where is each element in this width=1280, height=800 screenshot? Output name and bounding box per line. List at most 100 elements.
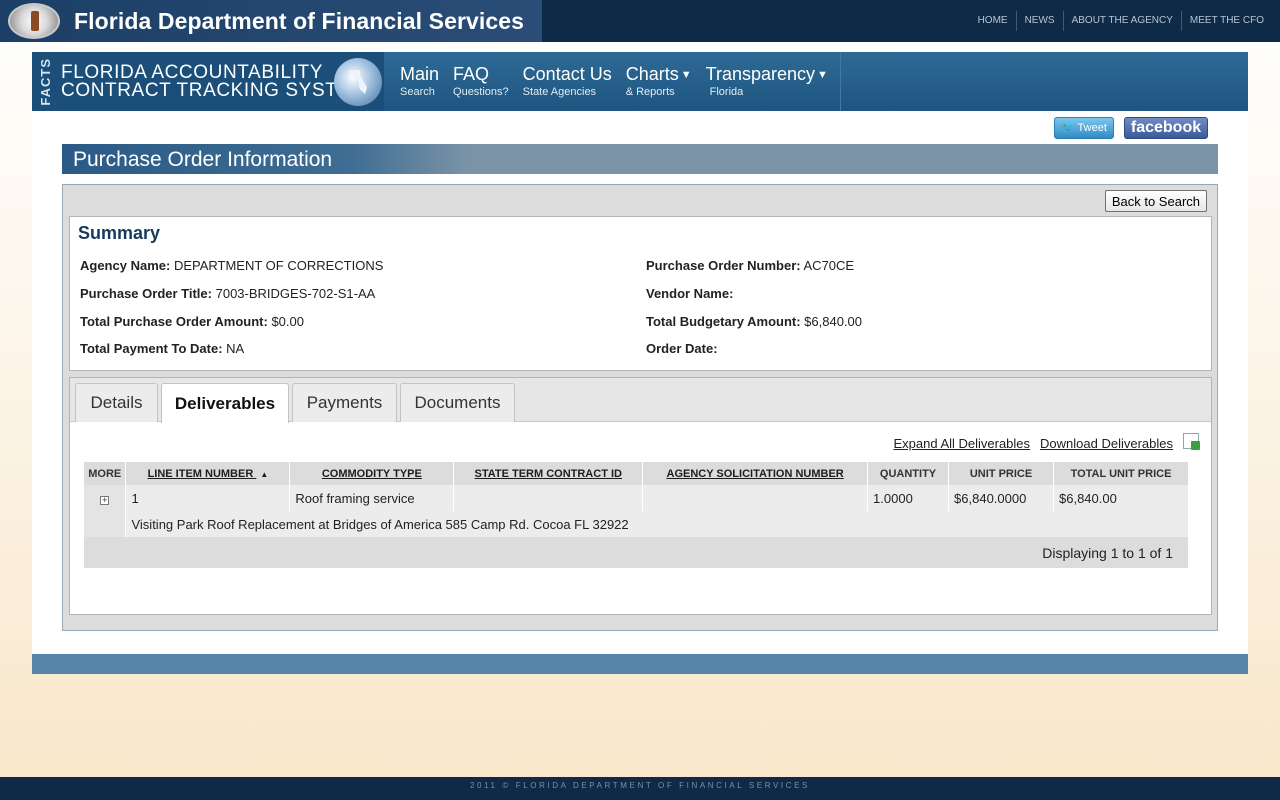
order-date-label: Order Date: — [646, 341, 718, 356]
cell-line-item: 1 — [125, 485, 291, 511]
copyright-bar: 2011 © FLORIDA DEPARTMENT OF FINANCIAL S… — [0, 777, 1280, 800]
order-date-field: Order Date: — [646, 341, 718, 356]
budgetary-amount-label: Total Budgetary Amount: — [646, 314, 801, 329]
facebook-button[interactable]: facebook — [1124, 117, 1208, 139]
tweet-button[interactable]: 🐦 Tweet — [1054, 117, 1114, 139]
tab-strip: Details Deliverables Payments Documents — [70, 378, 1211, 423]
facts-vertical-label: FACTS — [38, 57, 53, 106]
nav-charts-sub: & Reports — [625, 86, 675, 98]
nav-main-label: Main — [400, 64, 440, 84]
nav-transparency-sub: Florida — [709, 86, 744, 98]
top-nav-home[interactable]: HOME — [970, 11, 1016, 31]
col-unit-price: UNIT PRICE — [948, 462, 1054, 485]
excel-download-icon[interactable] — [1183, 432, 1200, 450]
agency-name-field: Agency Name: DEPARTMENT OF CORRECTIONS — [80, 258, 383, 273]
table-row: + 1 Roof framing service 1.0000 $6,840.0… — [84, 485, 1189, 511]
sort-asc-icon: ▲ — [260, 469, 269, 479]
top-bar: Florida Department of Financial Services… — [0, 0, 1280, 42]
tab-payments[interactable]: Payments — [292, 383, 397, 422]
budgetary-amount-field: Total Budgetary Amount: $6,840.00 — [646, 314, 862, 329]
top-nav-about[interactable]: ABOUT THE AGENCY — [1062, 11, 1181, 31]
nav-contact-sub: State Agencies — [522, 86, 597, 98]
dfs-title: Florida Department of Financial Services — [74, 7, 525, 34]
cell-agency-solicitation — [642, 485, 869, 511]
deliverables-table: MORE LINE ITEM NUMBER ▲ COMMODITY TYPE S… — [84, 462, 1189, 568]
dfs-brand[interactable]: Florida Department of Financial Services — [0, 0, 542, 42]
nav-faq[interactable]: FAQ Questions? — [445, 52, 515, 111]
main-nav: Main Search FAQ Questions? Contact Us St… — [392, 52, 841, 111]
social-buttons: 🐦 Tweet facebook — [1054, 117, 1208, 139]
footer-band — [32, 654, 1248, 674]
po-number-field: Purchase Order Number: AC70CE — [646, 258, 854, 273]
payment-to-date-field: Total Payment To Date: NA — [80, 341, 244, 356]
nav-main-sub: Search — [400, 86, 435, 98]
nav-transparency-label: Transparency — [705, 64, 816, 84]
col-line-item-number[interactable]: LINE ITEM NUMBER ▲ — [125, 462, 291, 485]
nav-charts-label: Charts — [625, 64, 679, 84]
facts-title-line1: FLORIDA ACCOUNTABILITY — [61, 61, 324, 83]
dropdown-caret-icon: ▼ — [680, 68, 692, 81]
cell-quantity: 1.0000 — [867, 485, 950, 511]
desc-spacer-cell — [84, 511, 127, 537]
nav-faq-sub: Questions? — [453, 86, 509, 98]
col-state-term-contract-id[interactable]: STATE TERM CONTRACT ID — [453, 462, 644, 485]
expand-row-icon[interactable]: + — [100, 495, 110, 505]
nav-contact[interactable]: Contact Us State Agencies — [515, 52, 618, 111]
summary-box: Summary Agency Name: DEPARTMENT OF CORRE… — [69, 216, 1212, 371]
tab-details[interactable]: Details — [75, 383, 158, 422]
cell-unit-price: $6,840.0000 — [948, 485, 1054, 511]
facts-header: FACTS FLORIDA ACCOUNTABILITY CONTRACT TR… — [32, 52, 1248, 111]
expand-all-deliverables-link[interactable]: Expand All Deliverables — [893, 436, 1030, 451]
po-number-label: Purchase Order Number: — [646, 258, 801, 273]
tab-deliverables[interactable]: Deliverables — [161, 383, 289, 423]
po-title-field: Purchase Order Title: 7003-BRIDGES-702-S… — [80, 286, 375, 301]
twitter-bird-icon: 🐦 — [1061, 122, 1074, 134]
top-nav: HOME NEWS ABOUT THE AGENCY MEET THE CFO — [970, 0, 1272, 42]
col-commodity-type[interactable]: COMMODITY TYPE — [289, 462, 455, 485]
cell-state-term — [453, 485, 644, 511]
top-nav-news[interactable]: NEWS — [1015, 11, 1063, 31]
vendor-label: Vendor Name: — [646, 286, 734, 301]
cell-total-unit-price: $6,840.00 — [1053, 485, 1189, 511]
pager-text: Displaying 1 to 1 of 1 — [84, 537, 1189, 568]
payment-to-date-label: Total Payment To Date: — [80, 341, 223, 356]
budgetary-amount-value: $6,840.00 — [804, 314, 863, 329]
table-pager-row: Displaying 1 to 1 of 1 — [84, 537, 1189, 568]
back-to-search-button[interactable]: Back to Search — [1104, 190, 1207, 212]
deliverables-links: Expand All Deliverables Download Deliver… — [893, 432, 1200, 451]
total-po-amount-value: $0.00 — [271, 314, 304, 329]
nav-transparency[interactable]: Transparency ▼ Florida — [698, 52, 834, 111]
nav-faq-label: FAQ — [453, 64, 490, 84]
facts-title: FLORIDA ACCOUNTABILITY CONTRACT TRACKING… — [61, 61, 367, 100]
download-deliverables-link[interactable]: Download Deliverables — [1040, 436, 1173, 451]
payment-to-date-value: NA — [226, 341, 245, 356]
row-expand-cell: + — [84, 485, 127, 511]
facebook-label: facebook — [1130, 119, 1202, 136]
florida-globe-icon — [334, 58, 382, 106]
cfo-seal-icon — [8, 3, 60, 39]
total-po-amount-field: Total Purchase Order Amount: $0.00 — [80, 314, 304, 329]
summary-heading: Summary — [78, 223, 161, 243]
nav-contact-label: Contact Us — [522, 64, 612, 84]
table-row-description: Visiting Park Roof Replacement at Bridge… — [84, 511, 1189, 537]
table-header-row: MORE LINE ITEM NUMBER ▲ COMMODITY TYPE S… — [84, 462, 1189, 485]
tweet-label: Tweet — [1077, 122, 1107, 134]
nav-charts-label-wrap: Charts ▼ — [626, 64, 692, 85]
tabs-area: Details Deliverables Payments Documents … — [69, 377, 1212, 615]
agency-name-label: Agency Name: — [80, 258, 171, 273]
facts-logo[interactable]: FACTS FLORIDA ACCOUNTABILITY CONTRACT TR… — [32, 52, 384, 111]
top-nav-cfo[interactable]: MEET THE CFO — [1180, 11, 1272, 31]
po-panel: Back to Search Summary Agency Name: DEPA… — [62, 184, 1218, 631]
cell-description: Visiting Park Roof Replacement at Bridge… — [125, 511, 1189, 537]
total-po-amount-label: Total Purchase Order Amount: — [80, 314, 268, 329]
tab-documents[interactable]: Documents — [400, 383, 515, 422]
po-number-value: AC70CE — [803, 258, 855, 273]
nav-charts[interactable]: Charts ▼ & Reports — [618, 52, 698, 111]
nav-main[interactable]: Main Search — [392, 52, 445, 111]
dropdown-caret-icon: ▼ — [817, 68, 828, 81]
col-quantity: QUANTITY — [867, 462, 950, 485]
po-title-value: 7003-BRIDGES-702-S1-AA — [215, 286, 376, 301]
agency-name-value: DEPARTMENT OF CORRECTIONS — [173, 258, 384, 273]
col-line-item-number-label: LINE ITEM NUMBER — [147, 467, 254, 480]
col-agency-solicitation-number[interactable]: AGENCY SOLICITATION NUMBER — [642, 462, 869, 485]
